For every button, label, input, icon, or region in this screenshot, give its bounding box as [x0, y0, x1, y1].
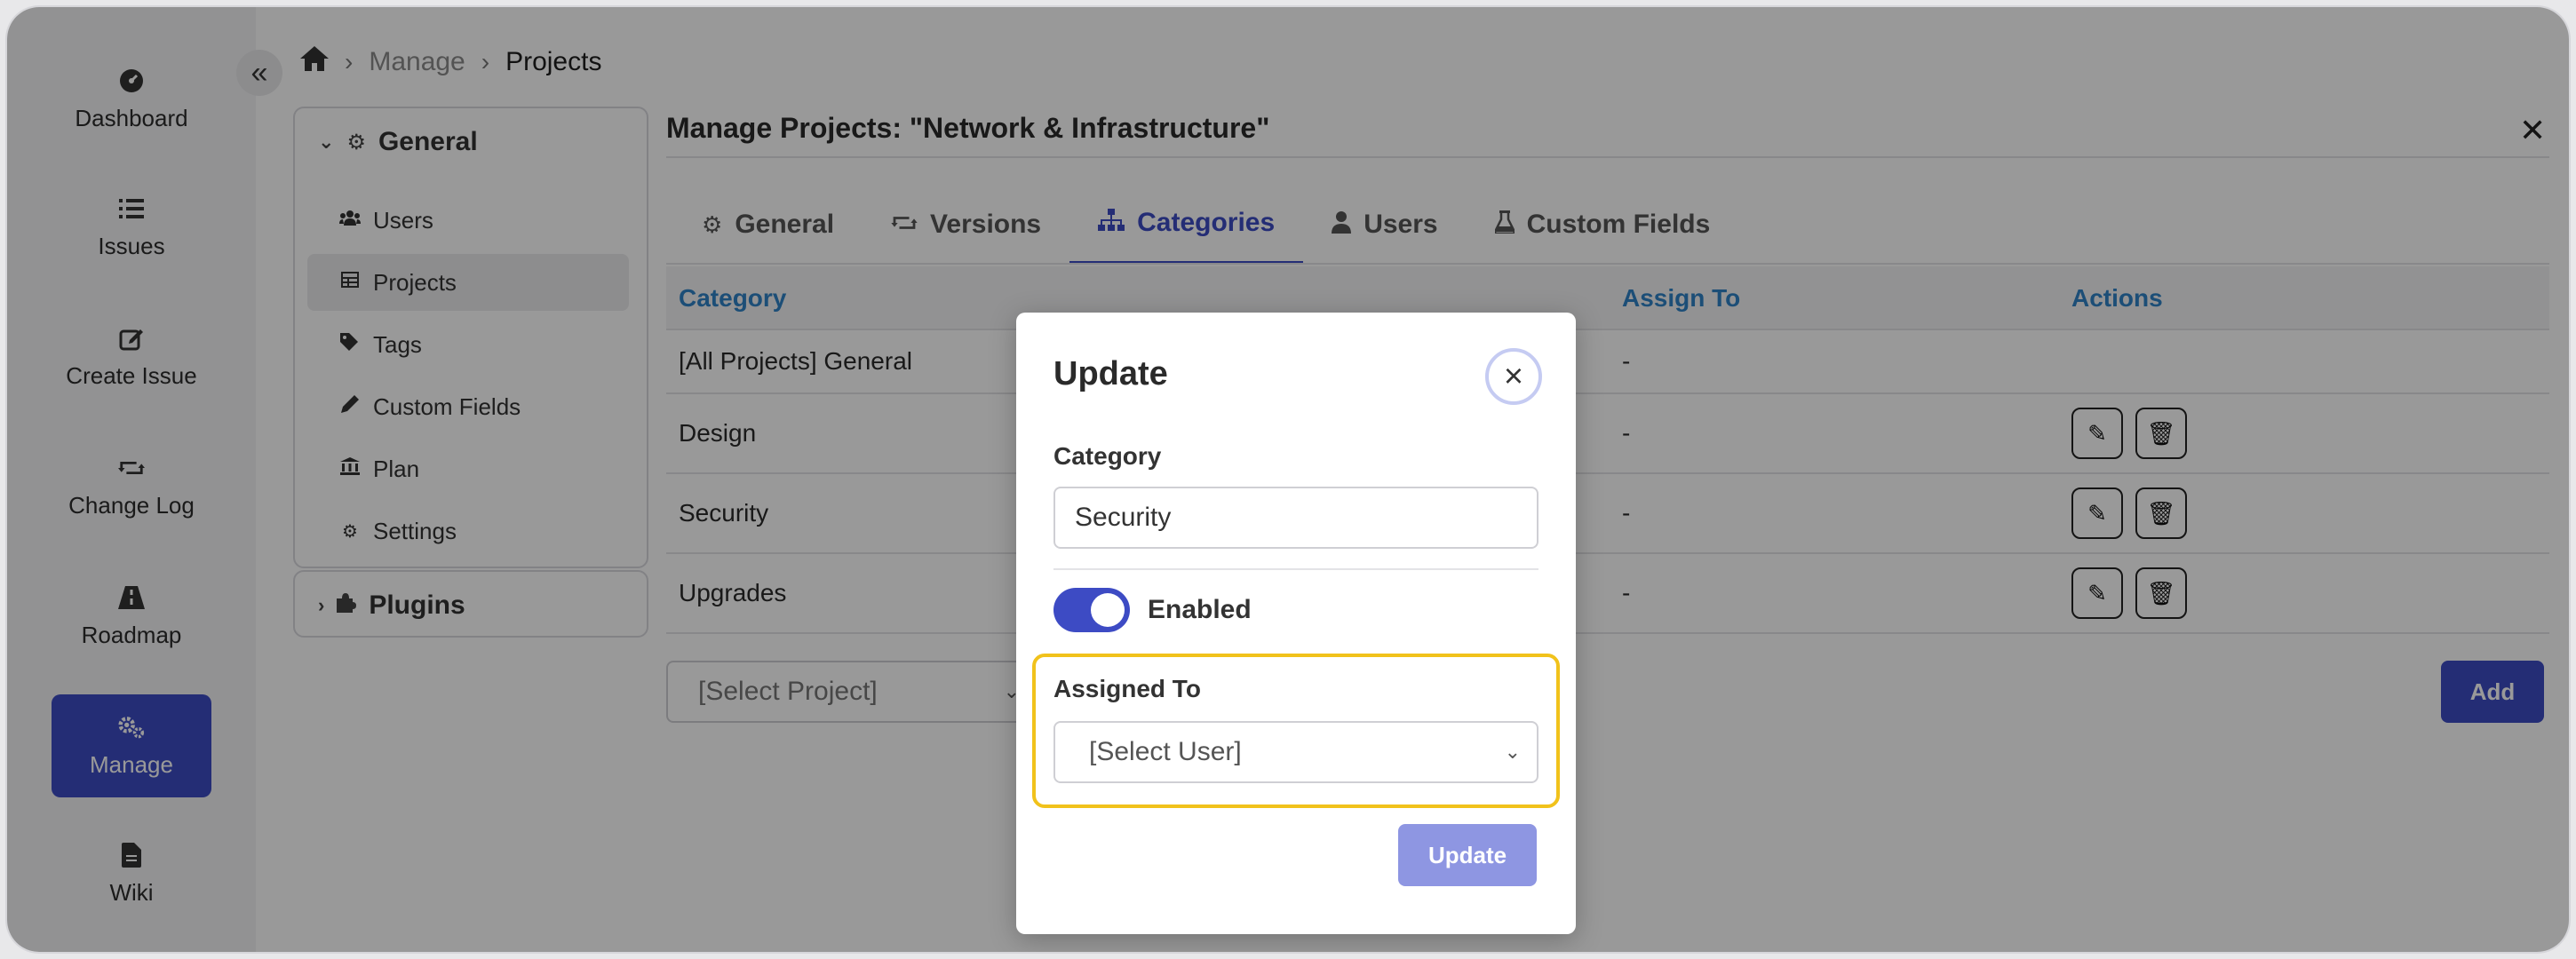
category-label: Category — [1053, 442, 1162, 470]
assigned-user-select[interactable]: [Select User] ⌄ — [1053, 721, 1538, 783]
close-icon: × — [1503, 357, 1524, 395]
category-input[interactable] — [1053, 487, 1538, 549]
chevron-down-icon: ⌄ — [1504, 741, 1521, 763]
divider — [1053, 568, 1538, 570]
dialog-title: Update — [1053, 355, 1168, 392]
assigned-to-label: Assigned To — [1053, 675, 1201, 702]
enabled-toggle[interactable] — [1053, 588, 1130, 632]
update-category-dialog: Update × Category Enabled Assigned To [S… — [1016, 313, 1576, 934]
close-dialog-button[interactable]: × — [1485, 348, 1542, 405]
app-window: Dashboard Issues Create Issue Change Log… — [7, 7, 2569, 952]
toggle-knob — [1091, 593, 1125, 627]
update-button[interactable]: Update — [1398, 824, 1537, 886]
enabled-label: Enabled — [1148, 595, 1252, 624]
